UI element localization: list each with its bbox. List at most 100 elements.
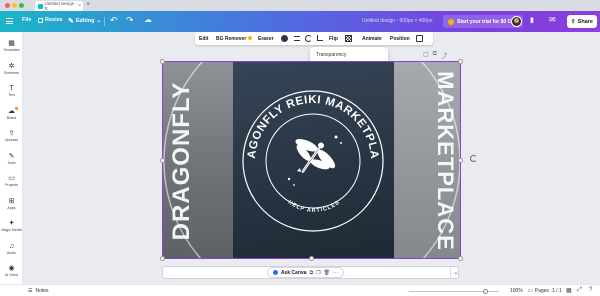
copy-icon[interactable]: ⧉ xyxy=(310,270,314,276)
resize-handle-bottom-left[interactable] xyxy=(160,256,165,261)
sidebar-item-audio[interactable]: ♫ Audio xyxy=(0,243,23,255)
editing-mode-dropdown[interactable]: ✎ Editing ⌄ xyxy=(68,17,101,25)
browser-tab[interactable]: Untitled design - R × xyxy=(35,1,83,11)
transparency-icon[interactable] xyxy=(345,35,352,42)
premium-crown-icon xyxy=(248,36,252,40)
status-bar: ☰ Notes 100% ▭ Pages 1 / 1 ▦ ⤢ ? xyxy=(0,284,600,296)
logo-bottom-text: HELP ARTICLES xyxy=(287,200,341,214)
position-button[interactable]: Position xyxy=(390,36,410,42)
avatar[interactable] xyxy=(511,16,522,27)
file-label: File xyxy=(22,17,32,23)
uploads-icon: ⇪ xyxy=(8,130,15,137)
resize-button[interactable]: Resize xyxy=(38,17,62,23)
lock-page-icon[interactable]: ▢ xyxy=(423,51,429,60)
dragonfly-logo: DRAGONFLY REIKI MARKETPLACE HELP ARTICLE… xyxy=(229,61,384,232)
elements-icon: ✲ xyxy=(8,62,15,70)
left-sidebar: ▦ Templates ✲ Elements T Text ☁ Brand ⇪ Uploads ✎ T… xyxy=(0,32,23,284)
sidebar-item-label: AI Voice xyxy=(4,273,19,277)
undo-icon[interactable]: ↶ xyxy=(110,15,118,26)
magic-media-icon: ✦ xyxy=(8,220,15,227)
resize-icon xyxy=(38,17,43,23)
share-label: Share xyxy=(577,18,593,25)
eraser-button[interactable]: Eraser xyxy=(258,36,274,42)
border-style-icon[interactable] xyxy=(294,36,300,41)
duplicate-icon[interactable]: ❐ xyxy=(316,270,320,276)
add-page-icon[interactable]: ⤴ xyxy=(441,51,447,60)
sidebar-item-templates[interactable]: ▦ Templates xyxy=(0,40,23,52)
color-swatch-button[interactable] xyxy=(281,35,288,42)
new-tab-button[interactable]: + xyxy=(86,1,90,8)
redo-icon[interactable]: ↷ xyxy=(126,15,134,26)
canva-favicon-icon xyxy=(38,3,43,9)
ask-canva-button[interactable]: Ask Canva ⧉ ❐ 🗑 ⋯ xyxy=(267,267,344,278)
resize-handle-top-right[interactable] xyxy=(458,59,463,64)
side-text-right: MARKETPLACE xyxy=(433,71,458,251)
tools-icon: ✎ xyxy=(8,152,15,160)
dragonfly-icon xyxy=(295,138,336,173)
zoom-slider-thumb[interactable] xyxy=(483,289,488,294)
crop-icon[interactable] xyxy=(317,35,323,41)
grid-view-icon[interactable]: ▦ xyxy=(566,287,572,294)
pencil-icon: ✎ xyxy=(68,18,74,25)
notification-dot xyxy=(15,106,18,110)
help-icon[interactable]: ? xyxy=(589,287,592,293)
crown-icon xyxy=(448,18,454,25)
notes-button[interactable]: ☰ Notes xyxy=(28,288,49,294)
context-toolbar: Edit BG Remover Eraser Flip Animate Posi… xyxy=(195,32,433,45)
browser-titlebar: Untitled design - R × + xyxy=(0,0,600,11)
side-text-left: DRAGONFLY xyxy=(168,82,195,241)
delete-icon[interactable]: 🗑 xyxy=(324,270,330,276)
corner-rounding-icon[interactable] xyxy=(305,35,312,42)
expand-chevron-icon[interactable]: ⌄ xyxy=(450,267,461,278)
sidebar-item-brand[interactable]: ☁ Brand xyxy=(0,106,23,120)
editing-label: Editing xyxy=(75,18,95,24)
fullscreen-icon[interactable]: ⤢ xyxy=(577,287,582,294)
zoom-slider[interactable] xyxy=(409,289,499,294)
sidebar-item-magic-media[interactable]: ✦ Magic Media xyxy=(0,220,23,232)
sidebar-item-projects[interactable]: ▭ Projects xyxy=(0,175,23,187)
minimize-window-button[interactable] xyxy=(12,3,17,8)
file-menu[interactable]: File xyxy=(22,17,31,23)
comment-icon[interactable]: ✉ xyxy=(549,15,556,24)
resize-handle-bottom-right[interactable] xyxy=(458,256,463,261)
sidebar-item-elements[interactable]: ✲ Elements xyxy=(0,63,23,75)
resize-handle-top-left[interactable] xyxy=(160,59,165,64)
flip-button[interactable]: Flip xyxy=(329,36,338,42)
resize-handle-bottom[interactable] xyxy=(309,256,314,261)
resize-handle-left[interactable] xyxy=(160,158,165,163)
canva-ai-icon xyxy=(273,270,278,275)
edit-button[interactable]: Edit xyxy=(199,36,208,42)
sidebar-item-apps[interactable]: ⊞ Apps xyxy=(0,198,23,210)
apps-icon: ⊞ xyxy=(8,197,15,205)
paint-format-icon[interactable] xyxy=(416,35,423,42)
share-button[interactable]: ⇧ Share xyxy=(567,15,597,28)
ai-voice-icon: ◉ xyxy=(8,265,15,272)
bg-remover-button[interactable]: BG Remover xyxy=(216,36,246,42)
document-title[interactable]: Untitled design - 600px × 400px xyxy=(362,18,432,24)
cloud-save-icon[interactable]: ☁ xyxy=(144,15,152,24)
sidebar-item-ai-voice[interactable]: ◉ AI Voice xyxy=(0,265,23,277)
audio-icon: ♫ xyxy=(8,242,15,250)
sidebar-item-text[interactable]: T Text xyxy=(0,85,23,97)
animate-button[interactable]: Animate xyxy=(362,36,382,42)
menu-icon[interactable] xyxy=(6,18,13,24)
close-tab-icon[interactable]: × xyxy=(78,3,81,9)
app-header: File Resize ✎ Editing ⌄ ↶ ↷ ☁ Untitled des… xyxy=(0,11,600,32)
resize-handle-right[interactable] xyxy=(458,158,463,163)
notes-label: Notes xyxy=(35,288,49,294)
sidebar-item-uploads[interactable]: ⇪ Uploads xyxy=(0,130,23,142)
zoom-value[interactable]: 100% xyxy=(510,288,523,294)
design-canvas[interactable]: DRAGONFLY MARKETPLACE DRAGONFLY REIKI MA… xyxy=(162,61,461,259)
pages-icon: ▭ xyxy=(528,288,533,294)
sidebar-item-tools[interactable]: ✎ Tools xyxy=(0,153,23,165)
sidebar-item-label: Projects xyxy=(5,183,18,187)
more-options-icon[interactable]: ⋯ xyxy=(333,270,338,276)
pages-button[interactable]: ▭ Pages xyxy=(528,288,549,294)
close-window-button[interactable] xyxy=(5,3,10,8)
analytics-icon[interactable]: ▮ xyxy=(530,16,534,24)
sidebar-item-label: Text xyxy=(8,93,15,97)
maximize-window-button[interactable] xyxy=(19,3,24,8)
rotate-handle-icon[interactable] xyxy=(470,155,477,162)
sidebar-item-label: Uploads xyxy=(4,138,19,142)
duplicate-page-icon[interactable]: ⧉ xyxy=(433,51,437,60)
